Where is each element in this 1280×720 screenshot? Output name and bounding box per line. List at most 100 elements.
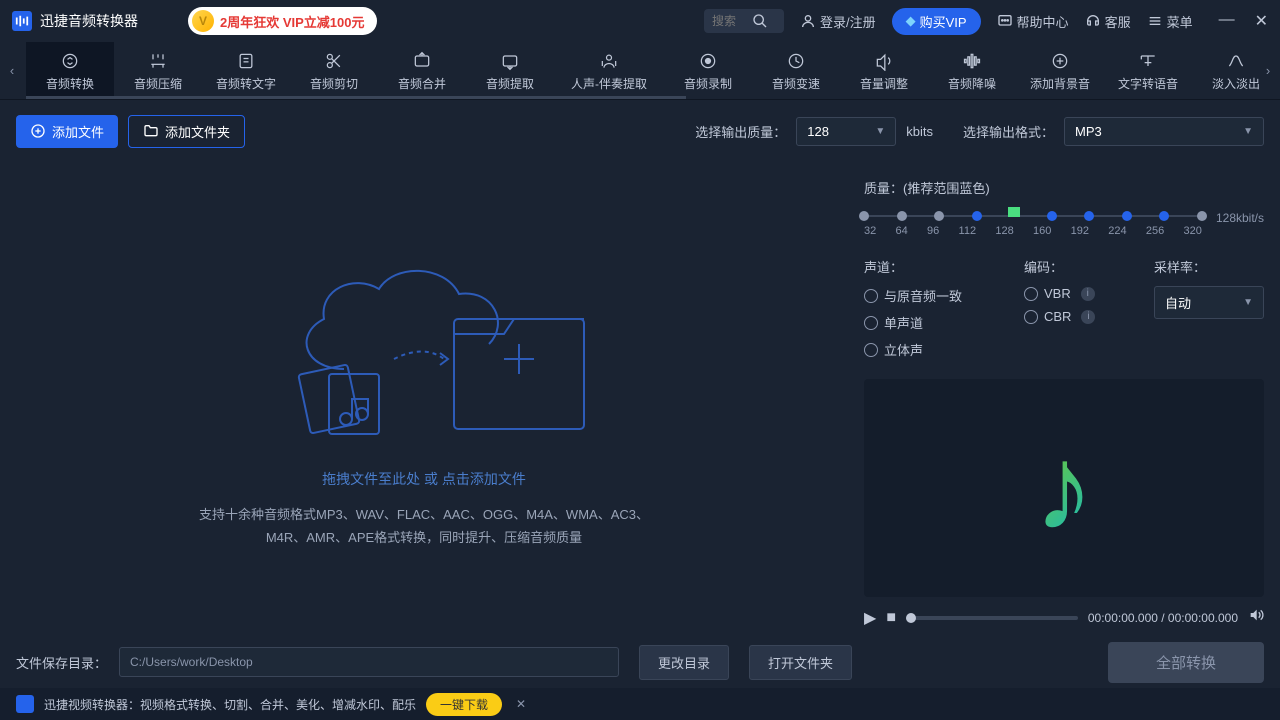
tool-4[interactable]: 音频合并 <box>378 42 466 99</box>
drop-zone[interactable]: 拖拽文件至此处 或 点击添加文件 支持十余种音频格式MP3、WAV、FLAC、A… <box>0 162 848 636</box>
slider-tick-label: 32 <box>864 225 876 237</box>
format-select[interactable]: MP3 ▼ <box>1064 117 1264 146</box>
convert-all-button[interactable]: 全部转换 <box>1108 642 1264 683</box>
tool-11[interactable]: 添加背景音 <box>1016 42 1104 99</box>
slider-tick[interactable] <box>1197 211 1207 221</box>
change-dir-button[interactable]: 更改目录 <box>639 645 729 680</box>
support-link[interactable]: 客服 <box>1085 12 1131 31</box>
tool-label: 音频变速 <box>772 75 820 92</box>
progress-bar[interactable] <box>906 616 1078 620</box>
tool-label: 音频降噪 <box>948 75 996 92</box>
add-file-link[interactable]: 点击添加文件 <box>442 471 526 487</box>
samplerate-label: 采样率： <box>1154 257 1264 276</box>
slider-tick[interactable] <box>859 211 869 221</box>
main-content: 拖拽文件至此处 或 点击添加文件 支持十余种音频格式MP3、WAV、FLAC、A… <box>0 162 1280 636</box>
drop-text: 拖拽文件至此处 或 点击添加文件 <box>322 469 526 489</box>
tool-label: 音频剪切 <box>310 75 358 92</box>
slider-tick-label: 192 <box>1071 225 1089 237</box>
search-input[interactable] <box>712 14 752 28</box>
tool-10[interactable]: 音频降噪 <box>928 42 1016 99</box>
tool-2[interactable]: 音频转文字 <box>202 42 290 99</box>
preview-area: ♪ <box>864 379 1264 597</box>
buy-vip-button[interactable]: ◆ 购买VIP <box>892 8 981 35</box>
samplerate-select[interactable]: 自动 ▼ <box>1154 286 1264 319</box>
stop-button[interactable]: ■ <box>886 609 896 627</box>
add-folder-button[interactable]: 添加文件夹 <box>128 115 245 148</box>
plus-circle-icon <box>30 123 46 139</box>
tool-icon <box>785 50 807 72</box>
info-icon[interactable]: i <box>1081 287 1095 301</box>
slider-tick-label: 96 <box>927 225 939 237</box>
menu-button[interactable]: 菜单 <box>1147 12 1193 31</box>
channel-option[interactable]: 立体声 <box>864 340 1004 359</box>
slider-tick-label: 224 <box>1108 225 1126 237</box>
tool-7[interactable]: 音频录制 <box>664 42 752 99</box>
slider-tick[interactable] <box>1047 211 1057 221</box>
tool-icon <box>961 50 983 72</box>
time-display: 00:00:00.000 / 00:00:00.000 <box>1088 611 1238 625</box>
channel-option[interactable]: 单声道 <box>864 313 1004 332</box>
slider-tick[interactable] <box>1122 211 1132 221</box>
toolbar-prev[interactable]: ‹ <box>2 51 22 91</box>
tool-12[interactable]: 文字转语音 <box>1104 42 1192 99</box>
progress-knob[interactable] <box>906 613 916 623</box>
slider-tick[interactable] <box>897 211 907 221</box>
tool-9[interactable]: 音量调整 <box>840 42 928 99</box>
promo-download-button[interactable]: 一键下载 <box>426 693 502 716</box>
app-name: 迅捷音频转换器 <box>40 11 138 31</box>
chevron-down-icon: ▼ <box>1243 297 1253 308</box>
toolbar-scrollbar[interactable] <box>26 96 686 99</box>
info-icon[interactable]: i <box>1081 310 1095 324</box>
slider-tick-label: 320 <box>1183 225 1201 237</box>
radio-icon <box>864 289 878 303</box>
tool-label: 音频转换 <box>46 75 94 92</box>
play-button[interactable]: ▶ <box>864 608 876 628</box>
tool-5[interactable]: 音频提取 <box>466 42 554 99</box>
tool-label: 文字转语音 <box>1118 75 1178 92</box>
promo-bar-text: 迅捷视频转换器：视频格式转换、切割、合并、美化、增减水印、配乐 <box>44 696 416 713</box>
hamburger-icon <box>1147 13 1163 29</box>
open-folder-button[interactable]: 打开文件夹 <box>749 645 852 680</box>
settings-panel: 质量：(推荐范围蓝色) 326496112128160192224256320 … <box>848 162 1280 636</box>
tool-0[interactable]: 音频转换 <box>26 42 114 99</box>
promo-badge[interactable]: V 2周年狂欢 VIP立减100元 <box>188 7 377 35</box>
chevron-down-icon: ▼ <box>875 126 885 137</box>
close-button[interactable]: ✕ <box>1255 11 1268 31</box>
channel-option[interactable]: 与原音频一致 <box>864 286 1004 305</box>
promo-close-button[interactable]: ✕ <box>516 697 526 711</box>
encoding-option[interactable]: VBRi <box>1024 286 1134 301</box>
toolbar: ‹ 音频转换 音频压缩 音频转文字音频剪切 音频合并 音频提取人声-伴奏提取音频录制音频… <box>0 42 1280 100</box>
tool-6[interactable]: 人声-伴奏提取 <box>554 42 664 99</box>
slider-tick[interactable] <box>1008 207 1020 217</box>
search-box[interactable] <box>704 9 784 33</box>
tool-icon <box>499 50 521 72</box>
login-link[interactable]: 登录/注册 <box>800 12 876 31</box>
slider-tick[interactable] <box>1159 211 1169 221</box>
slider-tick[interactable] <box>934 211 944 221</box>
tool-icon <box>1225 50 1247 72</box>
slider-tick-label: 256 <box>1146 225 1164 237</box>
titlebar: 迅捷音频转换器 V 2周年狂欢 VIP立减100元 登录/注册 ◆ 购买VIP … <box>0 0 1280 42</box>
tool-icon <box>598 50 620 72</box>
help-center-link[interactable]: 帮助中心 <box>997 12 1069 31</box>
save-path-input[interactable]: C:/Users/work/Desktop <box>119 647 619 677</box>
slider-tick[interactable] <box>972 211 982 221</box>
vip-badge-icon: V <box>192 10 214 32</box>
add-file-button[interactable]: 添加文件 <box>16 115 118 148</box>
volume-button[interactable] <box>1248 607 1264 628</box>
tool-1[interactable]: 音频压缩 <box>114 42 202 99</box>
quality-slider[interactable]: 326496112128160192224256320 <box>864 209 1202 237</box>
tool-icon <box>1137 50 1159 72</box>
bottom-bar: 文件保存目录： C:/Users/work/Desktop 更改目录 打开文件夹… <box>0 636 1280 688</box>
tool-label: 音频合并 <box>398 75 446 92</box>
tool-3[interactable]: 音频剪切 <box>290 42 378 99</box>
tool-8[interactable]: 音频变速 <box>752 42 840 99</box>
tool-icon <box>147 50 169 72</box>
radio-icon <box>864 343 878 357</box>
tool-label: 音频压缩 <box>134 75 182 92</box>
toolbar-next[interactable]: › <box>1258 51 1278 91</box>
bitrate-select[interactable]: 128 ▼ <box>796 117 896 146</box>
encoding-option[interactable]: CBRi <box>1024 309 1134 324</box>
minimize-button[interactable]: — <box>1219 11 1235 31</box>
slider-tick[interactable] <box>1084 211 1094 221</box>
